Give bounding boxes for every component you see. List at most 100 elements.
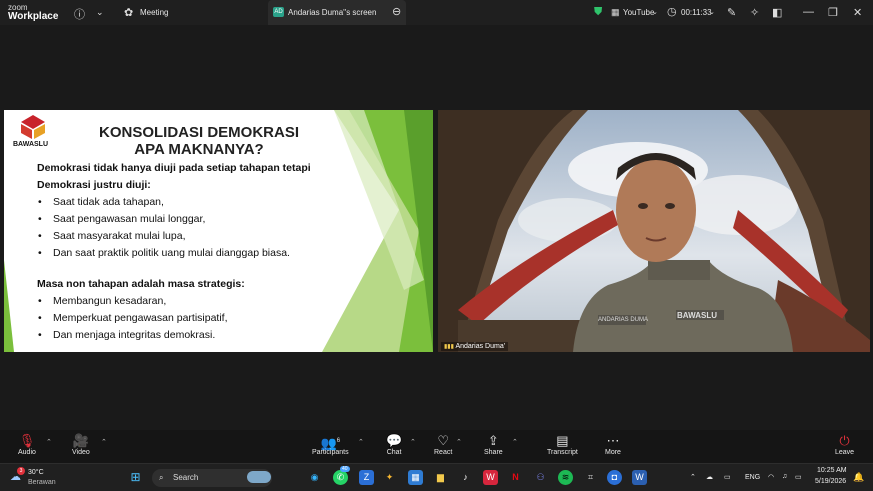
slide-title: KONSOLIDASI DEMOKRASI APA MAKNANYA? [98, 124, 299, 158]
more-options-icon[interactable]: ⊖ [392, 5, 401, 18]
section-heading: Masa non tahapan adalah masa strategis: [37, 278, 245, 290]
edit-icon[interactable]: ✎ [727, 6, 736, 19]
more-button[interactable]: ⋯ More [605, 433, 621, 456]
notification-icon[interactable]: 🔔 [853, 472, 864, 483]
participants-options-caret[interactable]: ⌃ [358, 438, 364, 446]
weather-alert-badge: 3 [17, 467, 25, 475]
search-icon: ⌕ [159, 473, 164, 482]
chevron-down-icon[interactable]: ⌄ [709, 8, 715, 16]
list-item: Membangun kesadaran, [37, 293, 311, 310]
teams-icon[interactable]: ⚇ [533, 470, 548, 485]
onedrive-icon[interactable]: ☁ [706, 473, 713, 481]
mic-muted-icon: 🎙 [18, 433, 36, 448]
windows-taskbar: ☁ 3 30°C Berawan ⊞ ⌕ Search ◉ ✆ 40 Z ✦ ▦… [0, 463, 873, 491]
list-item: Saat tidak ada tahapan, [37, 194, 311, 211]
chevron-down-icon[interactable]: ⌄ [96, 7, 104, 18]
transcript-icon: ▤ [556, 433, 569, 448]
battery-icon[interactable]: ▭ [795, 473, 802, 481]
participants-button[interactable]: 👥6 Participants [312, 433, 349, 456]
leave-button[interactable]: ⏻ Leave [835, 433, 854, 456]
react-options-caret[interactable]: ⌃ [456, 438, 462, 446]
video-background-image [438, 110, 870, 352]
weather-desc: Berawan [28, 479, 56, 486]
leave-icon: ⏻ [839, 433, 850, 448]
react-button[interactable]: ♡ React [434, 433, 452, 456]
search-highlight-icon[interactable] [247, 471, 271, 483]
list-item: Saat pengawasan mulai longgar, [37, 211, 311, 228]
tiktok-icon[interactable]: ♪ [458, 470, 473, 485]
participant-name-label: ▮▮▮ Andarias Duma' [441, 342, 509, 351]
intro-line: Demokrasi tidak hanya diuji pada setiap … [37, 162, 311, 174]
calendar-icon[interactable]: ▦ [408, 470, 423, 485]
file-explorer-icon[interactable]: ▆ [433, 470, 448, 485]
wifi-icon[interactable]: ◠ [768, 473, 774, 481]
bawaslu-brand-label: BAWASLU [13, 141, 48, 148]
edge-icon[interactable]: ◉ [307, 470, 322, 485]
transcript-button[interactable]: ▤ Transcript [547, 433, 578, 456]
tab-shared-screen-label: Andarias Duma''s screen [288, 8, 377, 17]
title-bar: zoom Workplace ⓘ ⌄ ✿ Meeting AD Andarias… [0, 0, 873, 25]
clock-date[interactable]: 5/19/2026 [815, 478, 846, 485]
copilot-icon[interactable]: ✦ [382, 470, 397, 485]
share-button[interactable]: ⇪ Share [484, 433, 503, 456]
whatsapp-badge: 40 [340, 466, 350, 472]
start-icon[interactable]: ⊞ [128, 470, 143, 485]
more-icon: ⋯ [606, 433, 620, 448]
chat-icon: 💬 [386, 433, 403, 448]
shared-presentation-slide: BAWASLU KONSOLIDASI DEMOKRASI APA MAKNAN… [4, 110, 433, 352]
slide-body: Demokrasi tidak hanya diuji pada setiap … [37, 160, 311, 344]
tab-meeting[interactable]: Meeting [140, 8, 168, 17]
audio-options-caret[interactable]: ⌃ [46, 438, 52, 446]
minimize-icon[interactable]: — [803, 6, 814, 18]
audio-button[interactable]: 🎙 Audio [18, 433, 36, 456]
bawaslu-logo-icon [21, 115, 45, 139]
volume-icon[interactable]: ♫ [782, 473, 787, 480]
list-item: Dan menjaga integritas demokrasi. [37, 327, 311, 344]
uniform-badge: BAWASLU [677, 311, 717, 320]
clock-time[interactable]: 10:25 AM [817, 467, 847, 474]
close-icon[interactable]: ✕ [853, 6, 862, 19]
chat-options-caret[interactable]: ⌃ [410, 438, 416, 446]
participant-video-tile[interactable]: ANDARIAS DUMA BAWASLU ▮▮▮ Andarias Duma' [438, 110, 870, 352]
weather-widget[interactable]: ☁ 3 30°C Berawan [10, 467, 70, 489]
tray-chevron-icon[interactable]: ⌃ [690, 473, 696, 481]
participants-icon: 👥6 [320, 435, 341, 451]
wps-icon[interactable]: W [483, 470, 498, 485]
list-item: Dan saat praktik politik uang mulai dian… [37, 245, 311, 262]
info-icon[interactable]: ⓘ [74, 6, 85, 22]
chevron-down-icon[interactable]: ⌄ [652, 8, 658, 16]
shield-icon[interactable]: ⛊ [594, 6, 602, 19]
camera-icon[interactable]: ⌗ [583, 470, 598, 485]
whatsapp-icon[interactable]: ✆ [333, 470, 348, 485]
word-icon[interactable]: W [632, 470, 647, 485]
react-icon: ♡ [437, 433, 449, 448]
tray-app-icon[interactable]: ▭ [724, 473, 731, 481]
meeting-controls-bar: 🎙 Audio ⌃ 🎥 Video ⌃ 👥6 Participants ⌃ 💬 … [0, 430, 873, 463]
view-mode-label[interactable]: YouTube [623, 8, 654, 17]
grid-view-icon[interactable]: ▦ [611, 7, 620, 18]
clock-icon: ◷ [667, 6, 677, 18]
share-screen-icon: ⇪ [487, 433, 499, 448]
meeting-icon: ✿ [124, 7, 134, 19]
list-item: Memperkuat pengawasan partisipatif, [37, 310, 311, 327]
restore-icon[interactable]: ❐ [828, 6, 838, 19]
list-item: Saat masyarakat mulai lupa, [37, 228, 311, 245]
meeting-timer: 00:11:33 [681, 8, 712, 17]
chat-button[interactable]: 💬 Chat [386, 433, 402, 456]
layout-icon[interactable]: ◧ [772, 6, 782, 19]
zoom-app-icon[interactable]: Z [359, 470, 374, 485]
participant-nametag: ANDARIAS DUMA [598, 317, 649, 323]
language-indicator[interactable]: ENG [745, 474, 760, 481]
video-button[interactable]: 🎥 Video [72, 433, 90, 456]
zoom-workplace-logo: zoom Workplace [8, 3, 59, 22]
zoom-icon[interactable]: ◘ [607, 470, 622, 485]
spotify-icon[interactable]: ≋ [558, 470, 573, 485]
weather-temp: 30°C [28, 469, 44, 476]
netflix-icon[interactable]: N [508, 470, 523, 485]
share-options-caret[interactable]: ⌃ [512, 438, 518, 446]
signal-strength-icon: ▮▮▮ [444, 344, 454, 350]
video-options-caret[interactable]: ⌃ [101, 438, 107, 446]
video-off-icon: 🎥 [72, 433, 89, 448]
intro-line: Demokrasi justru diuji: [37, 179, 151, 191]
effects-icon[interactable]: ✧ [750, 6, 759, 19]
